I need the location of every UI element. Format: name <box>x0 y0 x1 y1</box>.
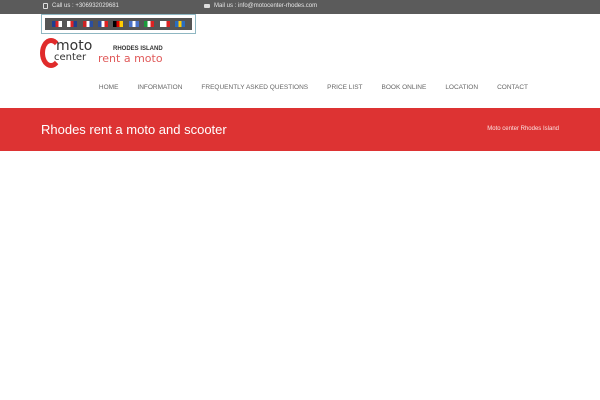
nav-contact[interactable]: CONTACT <box>497 84 528 91</box>
flag-greek-icon[interactable] <box>128 21 139 27</box>
mail-text[interactable]: Mail us : info@motocenter-rhodes.com <box>214 3 317 9</box>
flag-czech-icon[interactable] <box>67 21 78 27</box>
logo-tagline: rent a moto <box>98 52 163 65</box>
language-selector <box>41 14 196 34</box>
phone-icon <box>43 3 48 9</box>
flag-italian-icon[interactable] <box>144 21 155 27</box>
nav-location[interactable]: LOCATION <box>445 84 478 91</box>
nav-home[interactable]: HOME <box>99 84 119 91</box>
flag-polish-icon[interactable] <box>159 21 170 27</box>
flag-swedish-icon[interactable] <box>175 21 186 27</box>
page-banner: Rhodes rent a moto and scooter Moto cent… <box>0 108 600 151</box>
main-nav: HOME INFORMATION FREQUENTLY ASKED QUESTI… <box>99 84 528 91</box>
flag-english-icon[interactable] <box>51 21 62 27</box>
nav-book-online[interactable]: BOOK ONLINE <box>382 84 427 91</box>
call-text: Call us : +306932029681 <box>52 3 119 9</box>
mail-icon <box>204 4 210 8</box>
logo-center: center <box>54 52 87 63</box>
flag-dutch-icon[interactable] <box>82 21 93 27</box>
page-title: Rhodes rent a moto and scooter <box>41 122 227 137</box>
nav-information[interactable]: INFORMATION <box>137 84 182 91</box>
logo[interactable]: moto center RHODES ISLAND rent a moto <box>40 38 180 70</box>
flag-french-icon[interactable] <box>98 21 109 27</box>
flag-german-icon[interactable] <box>113 21 124 27</box>
top-bar: Call us : +306932029681 Mail us : info@m… <box>0 0 600 14</box>
breadcrumb[interactable]: Moto center Rhodes Island <box>487 126 559 132</box>
mail-info[interactable]: Mail us : info@motocenter-rhodes.com <box>204 3 317 9</box>
call-info: Call us : +306932029681 <box>43 3 119 9</box>
nav-faq[interactable]: FREQUENTLY ASKED QUESTIONS <box>201 84 308 91</box>
nav-price-list[interactable]: PRICE LIST <box>327 84 362 91</box>
